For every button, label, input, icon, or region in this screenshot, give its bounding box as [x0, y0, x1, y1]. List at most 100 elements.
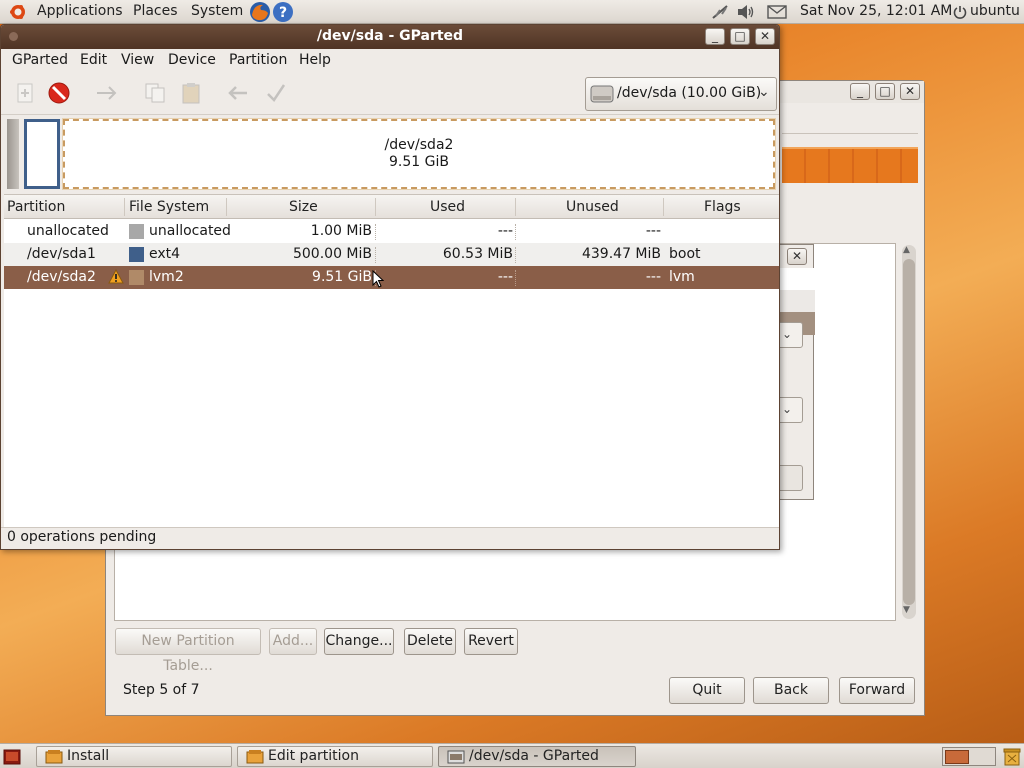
- col-unused[interactable]: Unused: [566, 199, 619, 215]
- scroll-down-arrow-icon[interactable]: ▼: [903, 605, 910, 615]
- partition-unused: ---: [645, 269, 661, 285]
- revert-button[interactable]: Revert: [464, 628, 518, 655]
- undo-icon[interactable]: [227, 81, 251, 105]
- menu-device[interactable]: Device: [168, 52, 216, 68]
- new-partition-table-button[interactable]: New Partition Table...: [115, 628, 261, 674]
- col-flags[interactable]: Flags: [704, 199, 741, 215]
- delete-partition-icon[interactable]: [47, 81, 71, 105]
- chevron-down-icon: ⌄: [758, 84, 770, 100]
- add-button[interactable]: Add...: [269, 628, 317, 655]
- show-desktop-icon[interactable]: [3, 749, 21, 765]
- help-icon[interactable]: ?: [272, 1, 294, 23]
- taskbar-gparted[interactable]: /dev/sda - GParted: [438, 746, 636, 767]
- filesystem-name: unallocated: [149, 223, 231, 239]
- partition-size: 1.00 MiB: [310, 223, 372, 239]
- menu-partition[interactable]: Partition: [229, 52, 287, 68]
- trash-icon[interactable]: [1002, 746, 1022, 766]
- col-size[interactable]: Size: [289, 199, 318, 215]
- close-button[interactable]: ✕: [755, 28, 775, 45]
- col-used[interactable]: Used: [430, 199, 465, 215]
- quit-button[interactable]: Quit: [669, 677, 745, 704]
- installer-icon: [246, 750, 264, 764]
- resize-move-icon[interactable]: [95, 81, 119, 105]
- filesystem-color-swatch: [129, 270, 144, 285]
- disk-map-left-edge: [7, 119, 19, 189]
- firefox-icon[interactable]: [249, 1, 271, 23]
- col-separator: [124, 198, 125, 216]
- volume-icon[interactable]: [737, 4, 755, 20]
- col-separator: [375, 198, 376, 216]
- window-title: /dev/sda - GParted: [316, 28, 464, 44]
- table-header: Partition File System Size Used Unused F…: [4, 195, 779, 219]
- partition-table: Partition File System Size Used Unused F…: [4, 194, 779, 528]
- table-row[interactable]: /dev/sda1 ext4 500.00 MiB 60.53 MiB 439.…: [4, 243, 779, 266]
- minimize-button[interactable]: _: [705, 28, 725, 45]
- partition-size: 9.51 GiB: [312, 269, 372, 285]
- task-label: /dev/sda - GParted: [469, 748, 599, 764]
- step-indicator: Step 5 of 7: [123, 682, 200, 698]
- gparted-icon: [447, 750, 465, 764]
- taskbar-edit-partition[interactable]: Edit partition: [237, 746, 433, 767]
- mouse-pointer-icon: [372, 270, 384, 288]
- col-filesystem[interactable]: File System: [129, 199, 209, 215]
- maximize-button[interactable]: □: [875, 83, 895, 100]
- menu-help[interactable]: Help: [299, 52, 331, 68]
- apply-icon[interactable]: [264, 81, 288, 105]
- places-menu[interactable]: Places: [133, 3, 178, 19]
- menu-gparted[interactable]: GParted: [12, 52, 68, 68]
- gparted-titlebar[interactable]: /dev/sda - GParted _ □ ✕: [1, 25, 779, 49]
- scroll-up-arrow-icon[interactable]: ▲: [903, 245, 910, 255]
- new-partition-icon[interactable]: [13, 81, 37, 105]
- forward-button[interactable]: Forward: [839, 677, 915, 704]
- device-label: /dev/sda (10.00 GiB): [617, 85, 762, 101]
- mail-icon[interactable]: [767, 5, 787, 19]
- power-icon[interactable]: [953, 5, 967, 19]
- menu-edit[interactable]: Edit: [80, 52, 107, 68]
- filesystem-name: ext4: [149, 246, 181, 262]
- table-row[interactable]: unallocated unallocated 1.00 MiB --- ---: [4, 220, 779, 243]
- partition-flags: lvm: [669, 269, 695, 285]
- status-bar: 0 operations pending: [7, 529, 157, 545]
- col-separator: [515, 198, 516, 216]
- device-selector[interactable]: /dev/sda (10.00 GiB) ⌄: [585, 77, 777, 111]
- menu-view[interactable]: View: [121, 52, 154, 68]
- harddisk-icon: [590, 82, 614, 106]
- user-menu[interactable]: ubuntu: [970, 3, 1020, 19]
- paste-icon[interactable]: [179, 81, 203, 105]
- warning-icon: [108, 269, 124, 284]
- partition-size: 500.00 MiB: [292, 246, 372, 262]
- workspace-switcher[interactable]: [942, 747, 996, 766]
- disk-segment-name: /dev/sda2: [384, 137, 454, 153]
- gparted-window: /dev/sda - GParted _ □ ✕ GParted Edit Vi…: [0, 24, 780, 550]
- close-button[interactable]: ✕: [900, 83, 920, 100]
- col-partition[interactable]: Partition: [7, 199, 65, 215]
- dialog-close-button[interactable]: ✕: [787, 248, 807, 265]
- col-separator: [663, 198, 664, 216]
- table-row-selected[interactable]: /dev/sda2 lvm2 9.51 GiB --- --- lvm: [4, 266, 779, 289]
- menubar: GParted Edit View Device Partition Help: [1, 49, 779, 73]
- ubuntu-logo-icon[interactable]: [8, 3, 28, 21]
- disk-segment-sda2[interactable]: /dev/sda2 9.51 GiB: [62, 118, 776, 190]
- col-separator: [226, 198, 227, 216]
- taskbar-install[interactable]: Install: [36, 746, 232, 767]
- partition-used: ---: [497, 269, 513, 285]
- applications-menu[interactable]: Applications: [37, 3, 123, 19]
- maximize-button[interactable]: □: [730, 28, 750, 45]
- bottom-panel: Install Edit partition /dev/sda - GParte…: [0, 743, 1024, 768]
- disk-segment-sda1[interactable]: [24, 119, 60, 189]
- task-label: Edit partition: [268, 748, 359, 764]
- system-menu[interactable]: System: [191, 3, 243, 19]
- partition-used: 60.53 MiB: [442, 246, 513, 262]
- partition-unused: 439.47 MiB: [581, 246, 661, 262]
- network-disconnected-icon[interactable]: [710, 4, 730, 20]
- partition-used: ---: [497, 223, 513, 239]
- vertical-scrollbar[interactable]: [902, 245, 916, 619]
- partition-name: /dev/sda1: [27, 246, 96, 262]
- change-button[interactable]: Change...: [324, 628, 394, 655]
- delete-button[interactable]: Delete: [404, 628, 456, 655]
- copy-icon[interactable]: [143, 81, 167, 105]
- progress-banner: [782, 147, 918, 183]
- minimize-button[interactable]: _: [850, 83, 870, 100]
- clock[interactable]: Sat Nov 25, 12:01 AM: [800, 3, 952, 19]
- back-button[interactable]: Back: [753, 677, 829, 704]
